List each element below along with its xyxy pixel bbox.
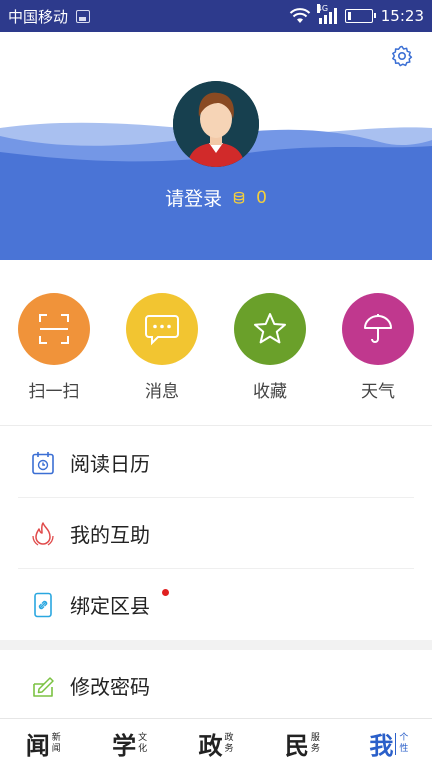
carrier-name: 中国移动 — [8, 7, 69, 26]
nav-tab-me[interactable]: 我 个 性 — [346, 719, 432, 768]
quick-actions: 扫一扫 消息 收藏 天气 — [0, 260, 432, 426]
scan-icon — [39, 314, 69, 344]
carrier-group: 中国移动 — [8, 6, 91, 27]
quick-action-label: 消息 — [145, 382, 179, 402]
edit-lock-icon — [33, 676, 54, 697]
nav-tab-services[interactable]: 民 服 务 — [259, 719, 345, 768]
nav-tab-sub: 个 性 — [395, 732, 409, 755]
flame-icon — [32, 521, 54, 546]
quick-action-scan[interactable]: 扫一扫 — [16, 293, 92, 402]
avatar[interactable] — [173, 81, 259, 167]
scan-button[interactable] — [18, 293, 90, 365]
weather-button[interactable] — [342, 293, 414, 365]
bottom-nav: 闻 新 闻 学 文 化 政 政 务 民 服 务 我 个 性 — [0, 718, 432, 768]
nav-tab-main: 政 — [198, 731, 223, 760]
image-notification-icon — [76, 9, 91, 23]
nav-tab-main: 闻 — [25, 731, 50, 760]
network-type: 4G — [316, 4, 329, 13]
nav-tab-sub: 文 化 — [138, 733, 147, 755]
status-bar: 中国移动 4G 15:23 — [0, 0, 432, 32]
quick-action-label: 收藏 — [253, 382, 287, 402]
signal-icon: 4G — [316, 4, 337, 24]
menu-item-change-password[interactable]: 修改密码 — [0, 650, 432, 721]
menu-item-label: 阅读日历 — [70, 452, 150, 476]
menu-item-mutual-aid[interactable]: 我的互助 — [0, 498, 432, 569]
user-avatar-icon — [173, 81, 259, 167]
nav-tab-sub-1: 服 — [310, 732, 320, 743]
quick-action-label: 天气 — [361, 382, 395, 402]
profile-header: 请登录 0 — [0, 32, 432, 260]
nav-tab-main: 民 — [284, 731, 309, 760]
battery-icon — [344, 9, 376, 23]
umbrella-icon — [364, 314, 392, 343]
nav-tab-sub-1: 文 — [138, 732, 148, 743]
nav-tab-main: 我 — [369, 731, 394, 760]
quick-action-weather[interactable]: 天气 — [340, 293, 416, 402]
nav-tab-sub: 服 务 — [311, 733, 320, 755]
favorite-button[interactable] — [234, 293, 306, 365]
nav-tab-government[interactable]: 政 政 务 — [173, 719, 259, 768]
star-icon — [254, 313, 286, 344]
menu-item-label: 绑定区县 — [70, 594, 150, 618]
coin-count: 0 — [256, 187, 267, 208]
nav-tab-news[interactable]: 闻 新 闻 — [0, 719, 86, 768]
menu-item-label: 修改密码 — [70, 675, 150, 699]
login-row[interactable]: 请登录 0 — [0, 184, 432, 211]
quick-action-message[interactable]: 消息 — [124, 293, 200, 402]
notification-dot — [162, 589, 169, 596]
nav-tab-main: 学 — [112, 731, 137, 760]
nav-tab-sub-2: 闻 — [51, 743, 61, 754]
status-right: 4G 15:23 — [289, 4, 424, 25]
login-prompt[interactable]: 请登录 — [165, 184, 222, 211]
menu-list: 阅读日历 我的互助 绑定区县 — [0, 427, 432, 640]
menu-item-reading-calendar[interactable]: 阅读日历 — [0, 427, 432, 498]
nav-tab-sub-2: 务 — [224, 743, 234, 754]
message-icon — [145, 315, 179, 346]
section-gap — [0, 640, 432, 650]
calendar-icon — [32, 451, 54, 474]
settings-gear-icon[interactable] — [390, 44, 414, 68]
menu-item-label: 我的互助 — [70, 523, 150, 547]
phone-link-icon — [34, 592, 52, 617]
nav-tab-sub-2: 性 — [399, 743, 409, 754]
menu-list-secondary: 修改密码 — [0, 650, 432, 721]
coin-icon — [233, 191, 245, 204]
nav-tab-sub-1: 政 — [224, 732, 234, 743]
message-button[interactable] — [126, 293, 198, 365]
nav-tab-sub-1: 新 — [51, 732, 61, 743]
nav-tab-sub-1: 个 — [399, 732, 409, 743]
menu-item-bind-county[interactable]: 绑定区县 — [0, 569, 432, 640]
quick-action-favorite[interactable]: 收藏 — [232, 293, 308, 402]
clock: 15:23 — [380, 7, 424, 25]
nav-tab-sub-2: 化 — [138, 743, 148, 754]
wifi-icon — [289, 8, 310, 23]
nav-tab-sub: 政 务 — [225, 733, 234, 755]
nav-tab-culture[interactable]: 学 文 化 — [86, 719, 172, 768]
nav-tab-sub: 新 闻 — [52, 733, 61, 755]
quick-action-label: 扫一扫 — [28, 382, 80, 402]
nav-tab-sub-2: 务 — [310, 743, 320, 754]
